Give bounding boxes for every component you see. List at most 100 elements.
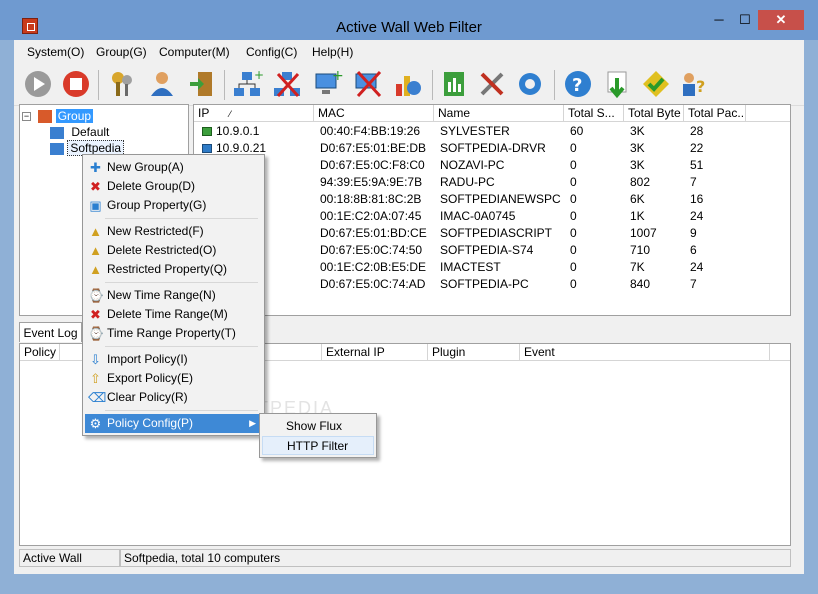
table-cell: SOFTPEDIASCRIPT	[440, 226, 553, 240]
column-name[interactable]: Name	[434, 105, 564, 122]
stop-icon[interactable]	[60, 68, 92, 100]
table-row[interactable]: 10.9.0.21 D0:67:E5:01:BE:DB SOFTPEDIA-DRVR…	[194, 140, 790, 157]
minimize-button[interactable]: ─	[706, 10, 732, 30]
status-info: Softpedia, total 10 computers	[120, 549, 791, 567]
menu-item-new-time-range[interactable]: ⌚ New Time Range(N)	[85, 286, 262, 305]
table-cell: 00:1E:C2:0B:E5:DE	[320, 260, 427, 274]
menu-system[interactable]: System(O)	[27, 45, 84, 59]
menu-item-restricted-property[interactable]: ▲ Restricted Property(Q)	[85, 260, 262, 279]
tree-item-label[interactable]: Default	[67, 125, 109, 139]
menu-item-delete-restricted[interactable]: ▲ Delete Restricted(O)	[85, 241, 262, 260]
column-policy[interactable]: Policy	[20, 344, 60, 361]
table-row[interactable]: 94:39:E5:9A:9E:7B RADU-PC 0 802 7	[194, 174, 790, 191]
submenu-item-show-flux[interactable]: Show Flux	[262, 417, 374, 436]
check-icon[interactable]	[640, 68, 672, 100]
add-computer-icon[interactable]: +	[312, 68, 344, 100]
collapse-icon[interactable]: −	[22, 112, 31, 122]
menu-item-delete-time-range[interactable]: ✖ Delete Time Range(M)	[85, 305, 262, 324]
chart-icon[interactable]	[392, 68, 424, 100]
table-cell: 51	[690, 158, 704, 172]
delete-network-icon[interactable]	[272, 68, 304, 100]
table-cell: 0	[570, 141, 577, 155]
maximize-button[interactable]: ☐	[732, 10, 758, 30]
exit-door-icon[interactable]	[186, 68, 218, 100]
table-cell: 0	[570, 192, 577, 206]
computer-list[interactable]: IP ⁄ MAC Name Total S... Total Byte Total…	[193, 104, 791, 316]
menu-item-policy-config[interactable]: ⚙ Policy Config(P) ▶	[85, 414, 262, 433]
add-group-icon: ✚	[90, 160, 101, 175]
column-ip[interactable]: IP ⁄	[194, 105, 314, 122]
table-cell: SOFTPEDIA-PC	[440, 277, 529, 291]
keys-icon[interactable]	[106, 68, 138, 100]
restricted-delete-icon: ▲	[89, 243, 102, 258]
settings-gear-icon[interactable]	[514, 68, 546, 100]
table-cell: IMAC-0A0745	[440, 209, 516, 223]
menu-item-new-restricted[interactable]: ▲ New Restricted(F)	[85, 222, 262, 241]
toolbar-separator	[98, 70, 99, 100]
submenu: Show Flux HTTP Filter	[259, 413, 377, 458]
computer-icon	[202, 144, 212, 153]
menu-group[interactable]: Group(G)	[96, 45, 147, 59]
table-row[interactable]: D0:67:E5:0C:F8:C0 NOZAVI-PC 0 3K 51	[194, 157, 790, 174]
table-cell: 3K	[630, 158, 645, 172]
table-cell: 7	[690, 277, 697, 291]
column-event[interactable]: Event	[520, 344, 770, 361]
column-total-packets[interactable]: Total Pac...	[684, 105, 746, 122]
menu-computer[interactable]: Computer(M)	[159, 45, 230, 59]
table-cell: 60	[570, 124, 584, 138]
menu-item-import-policy[interactable]: ⇩ Import Policy(I)	[85, 350, 262, 369]
tab-event-log[interactable]: Event Log	[19, 322, 82, 342]
delete-computer-icon[interactable]	[352, 68, 384, 100]
submenu-item-http-filter[interactable]: HTTP Filter	[262, 436, 374, 455]
download-icon[interactable]	[602, 68, 634, 100]
title-bar: Active Wall Web Filter ─ ☐ ✕	[0, 0, 818, 40]
menu-item-clear-policy[interactable]: ⌫ Clear Policy(R)	[85, 388, 262, 407]
table-cell: SOFTPEDIA-DRVR	[440, 141, 546, 155]
menu-item-new-group[interactable]: ✚ New Group(A)	[85, 158, 262, 177]
column-external-ip[interactable]: External IP	[322, 344, 428, 361]
toolbar-separator	[554, 70, 555, 100]
tree-root-label[interactable]: Group	[55, 109, 94, 123]
column-mac[interactable]: MAC	[314, 105, 434, 122]
menu-help[interactable]: Help(H)	[312, 45, 353, 59]
table-cell: D0:67:E5:0C:74:AD	[320, 277, 426, 291]
help-icon[interactable]: ?	[562, 68, 594, 100]
user-icon[interactable]	[146, 68, 178, 100]
status-app-name: Active Wall	[19, 549, 120, 567]
table-cell: 9	[690, 226, 697, 240]
delete-group-icon: ✖	[90, 179, 101, 194]
table-row[interactable]: D0:67:E5:0C:74:AD SOFTPEDIA-PC 0 840 7	[194, 276, 790, 293]
add-network-icon[interactable]: +	[232, 68, 264, 100]
menu-item-delete-group[interactable]: ✖ Delete Group(D)	[85, 177, 262, 196]
network-icon	[50, 126, 64, 139]
column-total-byte[interactable]: Total Byte	[624, 105, 684, 122]
close-button[interactable]: ✕	[758, 10, 804, 30]
user-help-icon[interactable]: ?	[678, 68, 710, 100]
menu-separator	[105, 282, 258, 283]
table-row[interactable]: D0:67:E5:0C:74:50 SOFTPEDIA-S74 0 710 6	[194, 242, 790, 259]
table-cell: 00:1E:C2:0A:07:45	[320, 209, 422, 223]
table-cell: NOZAVI-PC	[440, 158, 505, 172]
menu-config[interactable]: Config(C)	[246, 45, 297, 59]
column-plugin[interactable]: Plugin	[428, 344, 520, 361]
menu-item-group-property[interactable]: ▣ Group Property(G)	[85, 196, 262, 215]
table-cell: 3K	[630, 141, 645, 155]
tree-item-default[interactable]: Default	[50, 124, 109, 140]
table-row[interactable]: D0:67:E5:01:BD:CE SOFTPEDIASCRIPT 0 1007 9	[194, 225, 790, 242]
table-cell: 7K	[630, 260, 645, 274]
table-row[interactable]: 00:1E:C2:0A:07:45 IMAC-0A0745 0 1K 24	[194, 208, 790, 225]
tree-root-row[interactable]: − Group	[22, 108, 94, 124]
svg-text:?: ?	[572, 75, 582, 96]
menu-item-export-policy[interactable]: ⇧ Export Policy(E)	[85, 369, 262, 388]
table-row[interactable]: 10.9.0.1 00:40:F4:BB:19:26 SYLVESTER 60 3K 28	[194, 123, 790, 140]
tools-icon[interactable]	[476, 68, 508, 100]
menu-item-time-range-property[interactable]: ⌚ Time Range Property(T)	[85, 324, 262, 343]
table-row[interactable]: 00:1E:C2:0B:E5:DE IMACTEST 0 7K 24	[194, 259, 790, 276]
svg-text:+: +	[254, 68, 264, 82]
table-cell: 24	[690, 209, 704, 223]
report-icon[interactable]	[438, 68, 470, 100]
column-total-s[interactable]: Total S...	[564, 105, 624, 122]
table-cell: 802	[630, 175, 651, 189]
table-row[interactable]: 00:18:8B:81:8C:2B SOFTPEDIANEWSPC 0 6K 16	[194, 191, 790, 208]
play-icon[interactable]	[22, 68, 54, 100]
